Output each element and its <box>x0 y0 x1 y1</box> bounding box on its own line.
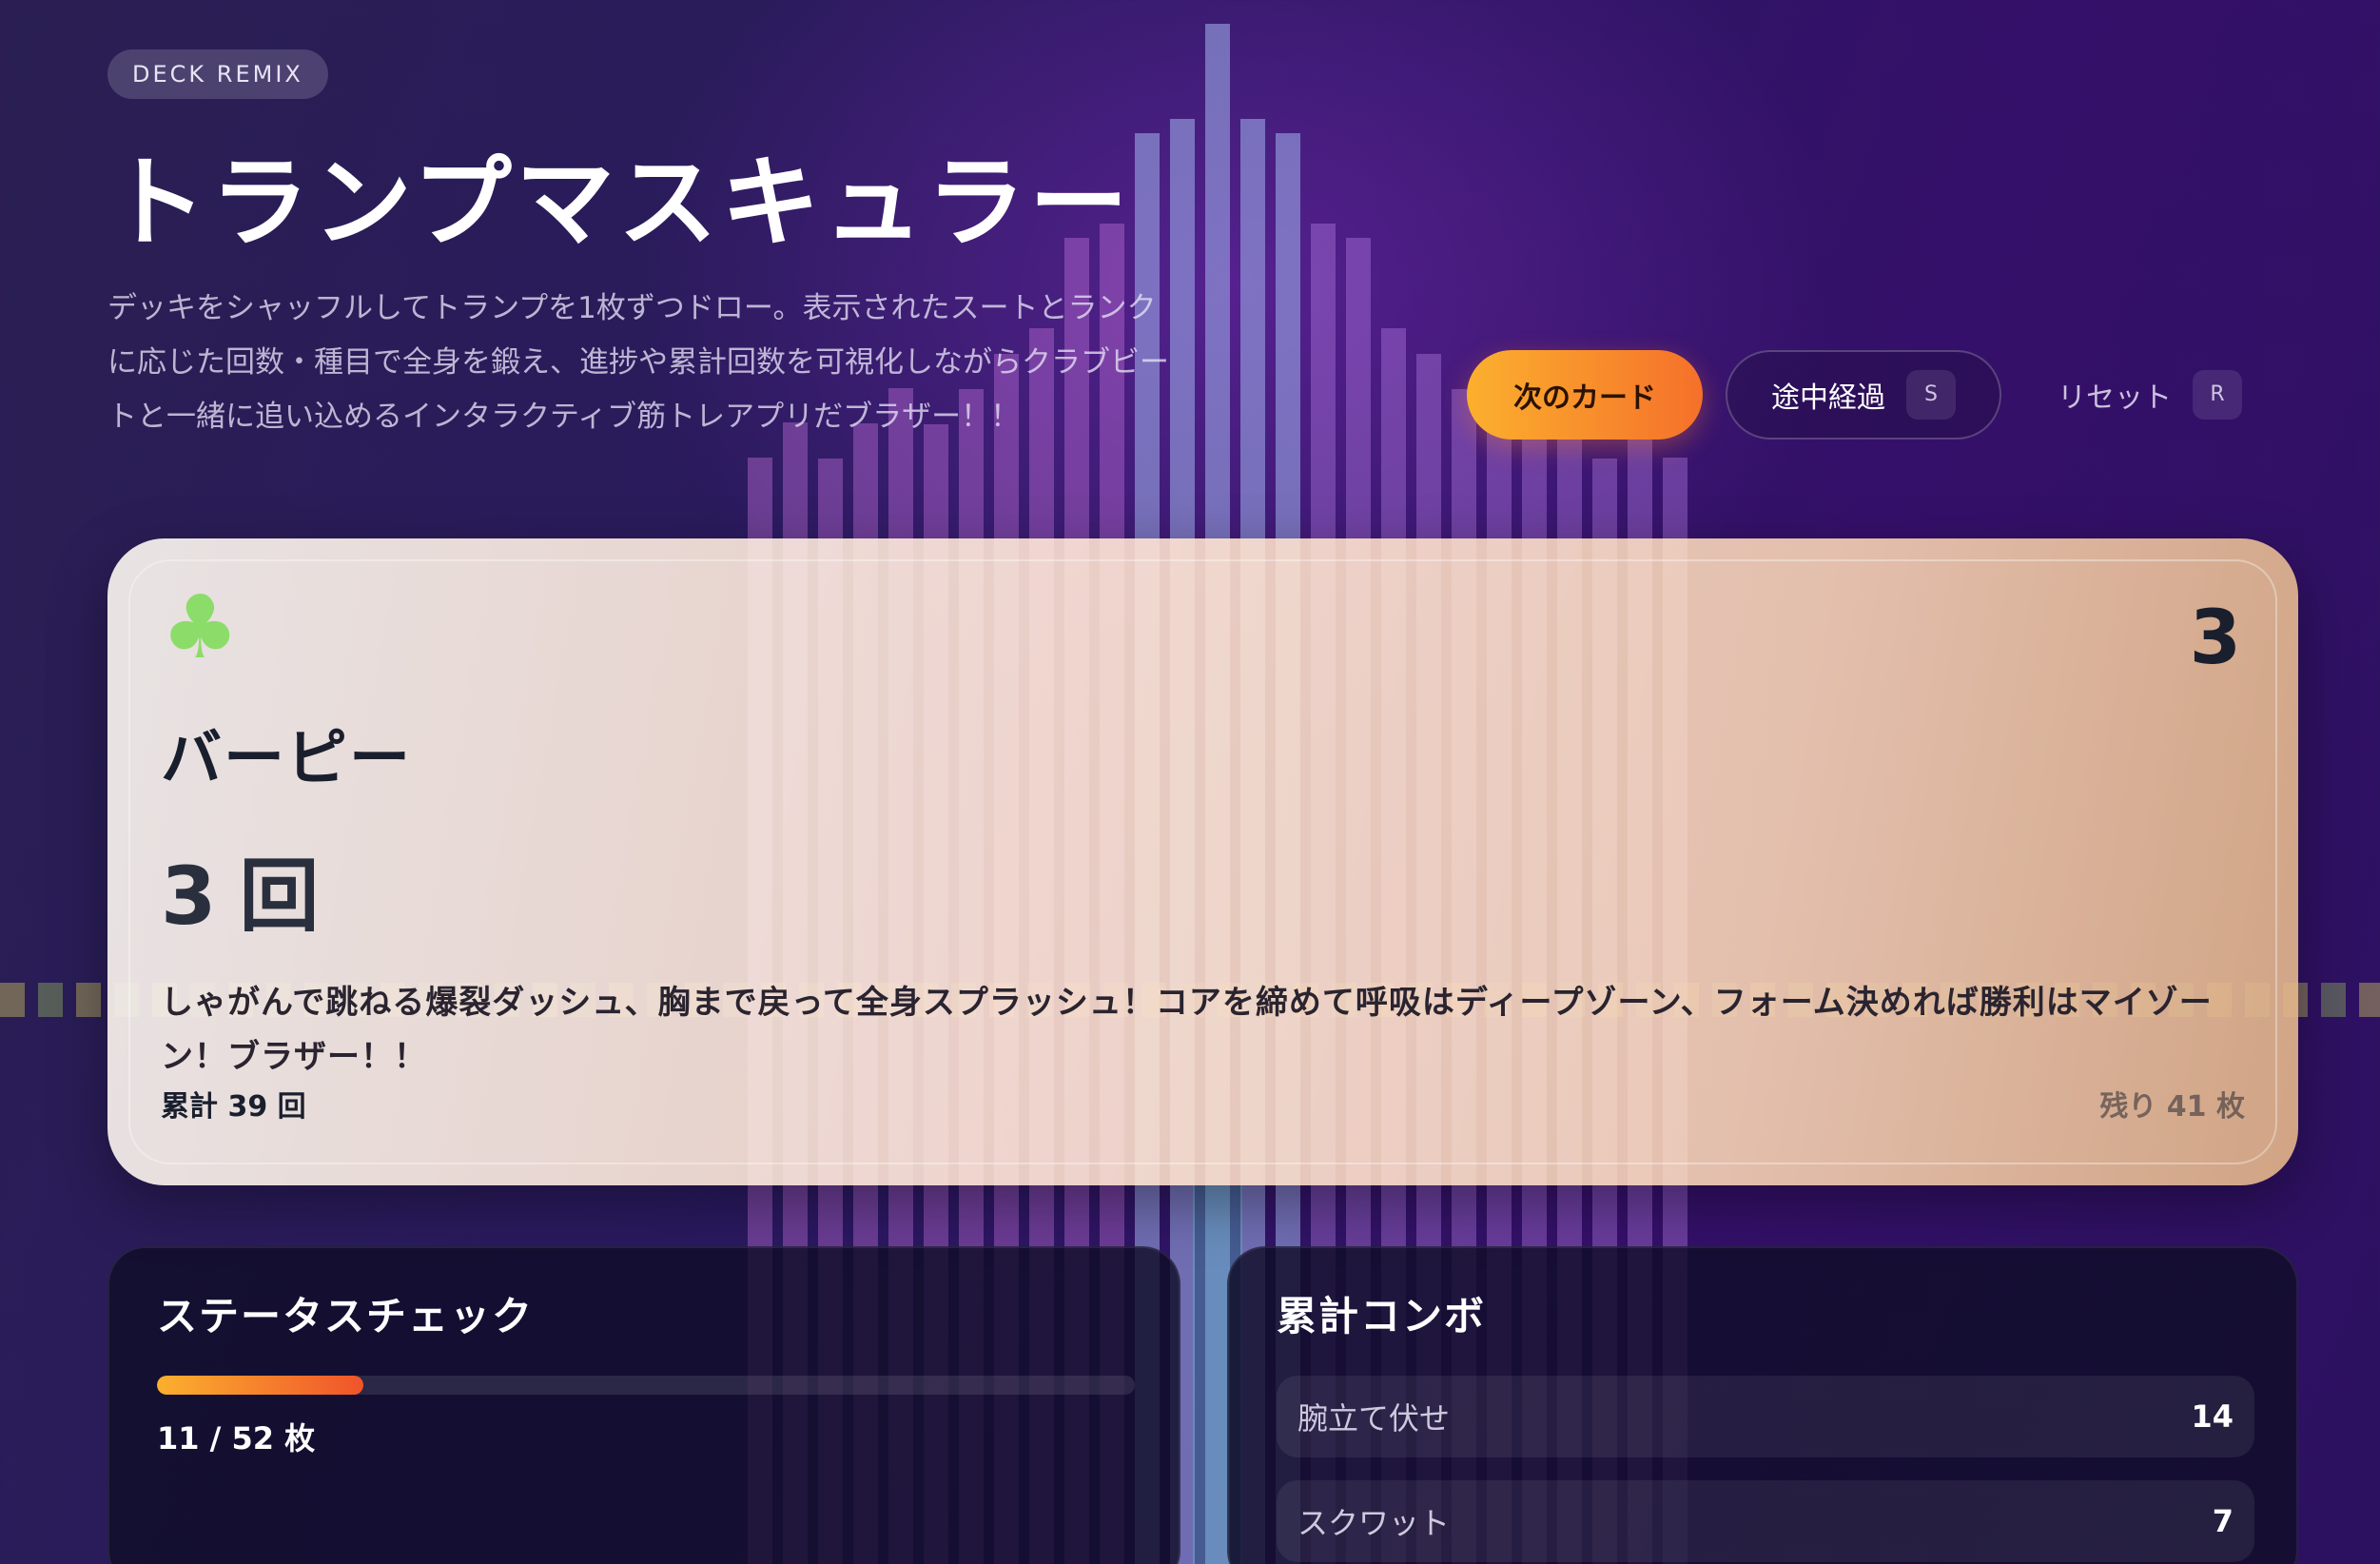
exercise-name: バーピー <box>161 724 412 794</box>
status-panel: ステータスチェック 11 / 52 枚 <box>107 1246 1180 1564</box>
reset-shortcut-key: R <box>2193 370 2242 420</box>
combo-exercise-name: スクワット <box>1297 1505 1451 1541</box>
list-item: 腕立て伏せ 14 <box>1277 1376 2254 1457</box>
combo-exercise-name: 腕立て伏せ <box>1297 1400 1451 1437</box>
cards-remaining: 残り 41 枚 <box>2099 1090 2245 1124</box>
total-reps: 累計 39 回 <box>161 1090 306 1124</box>
progress-bar <box>157 1376 1135 1395</box>
current-card: ♣ 3 バーピー 3回 しゃがんで跳ねる爆裂ダッシュ、胸まで戻って全身スプラッシ… <box>107 538 2298 1185</box>
progress-label: 途中経過 <box>1771 381 1885 415</box>
app-description: デッキをシャッフルしてトランプを1枚ずつドロー。表示されたスートとランクに応じた… <box>107 291 1169 434</box>
rep-number: 3 <box>161 850 217 943</box>
deck-remix-badge: DECK REMIX <box>107 49 328 99</box>
combo-panel: 累計コンボ 腕立て伏せ 14 スクワット 7 <box>1227 1246 2298 1564</box>
stripe-block <box>38 983 63 1017</box>
club-icon: ♣ <box>161 577 240 678</box>
combo-title: 累計コンボ <box>1277 1293 1487 1339</box>
combo-exercise-count: 14 <box>2191 1398 2234 1435</box>
progress-bar-fill <box>157 1376 364 1395</box>
combo-list: 腕立て伏せ 14 スクワット 7 <box>1277 1376 2254 1564</box>
next-card-button[interactable]: 次のカード <box>1467 350 1703 440</box>
stripe-block <box>2359 983 2380 1017</box>
card-rank: 3 <box>2189 596 2241 681</box>
status-title: ステータスチェック <box>157 1293 535 1339</box>
cheer-text: しゃがんで跳ねる爆裂ダッシュ、胸まで戻って全身スプラッシュ！コアを締めて呼吸はデ… <box>161 984 2213 1076</box>
progress-button[interactable]: 途中経過 S <box>1726 350 2001 440</box>
reset-label: リセット <box>2058 381 2172 415</box>
list-item: スクワット 7 <box>1277 1480 2254 1562</box>
stripe-block <box>2321 983 2346 1017</box>
progress-count: 11 / 52 枚 <box>157 1420 316 1456</box>
progress-shortcut-key: S <box>1906 370 1956 420</box>
rep-count: 3回 <box>161 849 319 944</box>
combo-exercise-count: 7 <box>2212 1503 2234 1539</box>
page-title: トランプマスキュラー <box>107 145 1132 261</box>
stripe-block <box>0 983 25 1017</box>
rep-unit: 回 <box>239 850 320 943</box>
reset-button[interactable]: リセット R <box>2036 350 2264 440</box>
next-card-label: 次のカード <box>1513 381 1656 415</box>
stripe-block <box>76 983 101 1017</box>
